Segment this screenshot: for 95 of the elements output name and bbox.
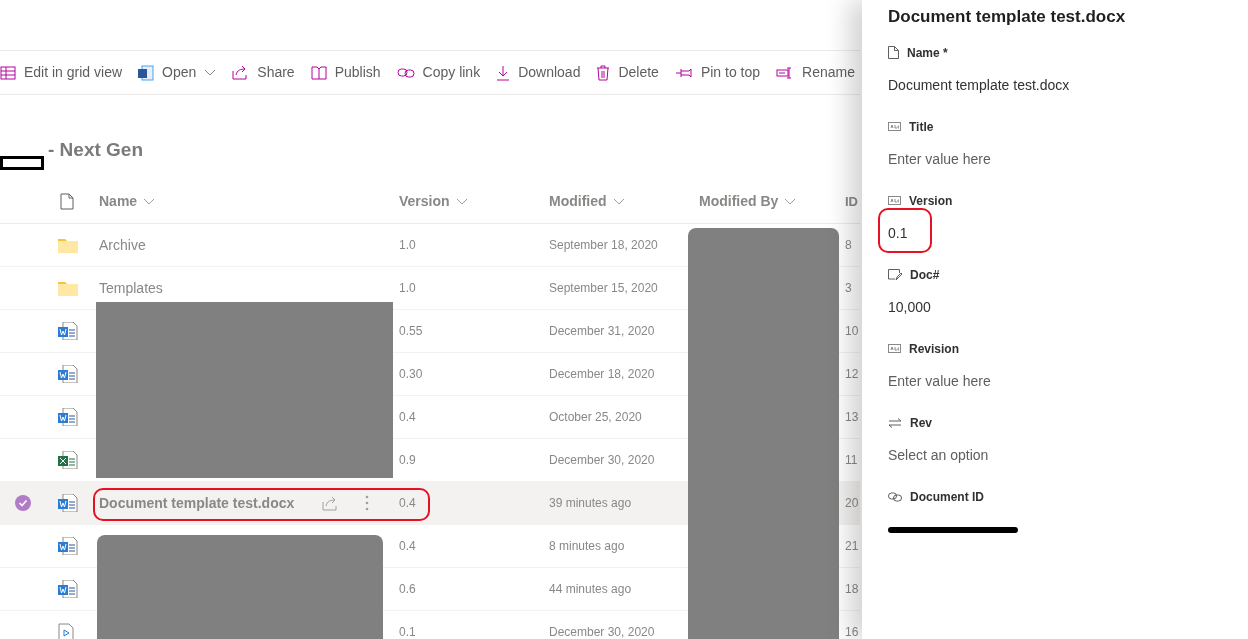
chevron-down-icon xyxy=(143,197,156,206)
version-cell: 1.0 xyxy=(399,281,416,295)
toolbar-button[interactable]: Delete xyxy=(596,62,659,83)
version-cell: 0.55 xyxy=(399,324,423,338)
toolbar-button[interactable]: Publish xyxy=(310,62,381,83)
column-header[interactable]: Modified xyxy=(549,191,625,212)
field-label: Title xyxy=(909,118,934,136)
share-icon[interactable] xyxy=(322,495,340,511)
modified-cell: December 30, 2020 xyxy=(549,453,655,467)
id-cell: 8 xyxy=(845,238,852,252)
column-header[interactable]: Name xyxy=(99,191,156,212)
modified-cell: October 25, 2020 xyxy=(549,410,642,424)
version-cell: 0.4 xyxy=(399,539,416,553)
field-value[interactable]: Document template test.docx xyxy=(888,75,1070,96)
text-field-icon xyxy=(888,196,901,205)
word-file-icon xyxy=(58,537,78,555)
modified-cell: September 18, 2020 xyxy=(549,238,658,252)
id-cell: 13 xyxy=(845,410,859,424)
modified-cell: 39 minutes ago xyxy=(549,496,632,510)
id-cell: 18 xyxy=(845,582,859,596)
text-field-icon xyxy=(888,122,901,131)
input-field[interactable]: Enter value here xyxy=(888,149,991,170)
book-icon xyxy=(310,65,327,80)
excel-file-icon xyxy=(58,451,78,469)
modified-cell: December 31, 2020 xyxy=(549,324,655,338)
checkmark-circle-icon[interactable] xyxy=(15,495,31,511)
id-cell: 3 xyxy=(845,281,852,295)
column-header[interactable]: Modified By xyxy=(699,191,797,212)
toolbar-button[interactable]: Rename xyxy=(776,62,855,83)
document-app-icon xyxy=(138,64,155,81)
download-icon xyxy=(496,64,511,81)
input-field[interactable]: Enter value here xyxy=(888,371,991,392)
toolbar-button[interactable]: Download xyxy=(496,62,581,83)
column-header[interactable]: ID xyxy=(845,191,858,212)
field-value[interactable]: 10,000 xyxy=(888,297,931,318)
modified-cell: 8 minutes ago xyxy=(549,539,625,553)
word-file-icon xyxy=(58,365,78,383)
file-type-icon xyxy=(59,193,74,210)
link-icon xyxy=(396,66,415,79)
version-cell: 0.4 xyxy=(399,410,416,424)
id-cell: 20 xyxy=(845,496,859,510)
folder-icon xyxy=(58,237,78,253)
toolbar-button[interactable]: Edit in grid view xyxy=(0,62,123,83)
modified-cell: September 15, 2020 xyxy=(549,281,658,295)
chevron-down-icon xyxy=(455,197,468,206)
redaction-block xyxy=(0,156,44,170)
id-cell: 11 xyxy=(845,453,858,467)
field-label: Name * xyxy=(907,44,948,62)
version-cell: 0.4 xyxy=(399,496,416,510)
swap-arrows-icon xyxy=(888,417,902,428)
version-cell: 0.6 xyxy=(399,582,416,596)
video-file-icon xyxy=(58,623,74,639)
text-field-icon xyxy=(888,344,901,353)
folder-icon xyxy=(58,280,78,296)
grid-icon xyxy=(0,64,16,81)
input-field[interactable]: Select an option xyxy=(888,445,989,466)
note-edit-icon xyxy=(888,268,902,281)
field-label: Doc# xyxy=(910,266,940,284)
modified-cell: December 30, 2020 xyxy=(549,625,655,639)
field-value[interactable]: 0.1 xyxy=(888,223,908,244)
chevron-down-icon xyxy=(612,197,625,206)
toolbar-button[interactable]: Copy link xyxy=(396,62,481,83)
id-cell: 16 xyxy=(845,625,859,639)
word-file-icon xyxy=(58,322,78,340)
library-title: - Next Gen xyxy=(48,137,144,162)
chevron-down-icon xyxy=(784,197,797,206)
version-cell: 0.1 xyxy=(399,625,416,639)
field-label: Revision xyxy=(909,340,959,358)
field-label: Rev xyxy=(910,414,932,432)
more-options-icon[interactable] xyxy=(365,495,370,511)
toolbar-button[interactable]: Pin to top xyxy=(674,62,761,83)
field-label: Version xyxy=(909,192,953,210)
word-file-icon xyxy=(58,408,78,426)
share-icon xyxy=(232,65,250,80)
file-name-link[interactable]: Templates xyxy=(99,277,163,299)
panel-title: Document template test.docx xyxy=(888,6,1127,28)
word-file-icon xyxy=(58,494,78,512)
document-icon xyxy=(888,46,899,59)
modified-cell: 44 minutes ago xyxy=(549,582,632,596)
word-file-icon xyxy=(58,580,78,598)
file-name-link[interactable]: Archive xyxy=(99,234,146,256)
id-cell: 10 xyxy=(845,324,859,338)
id-cell: 12 xyxy=(845,367,859,381)
id-cell: 21 xyxy=(845,539,859,553)
toolbar-button[interactable]: Share xyxy=(232,62,295,83)
toolbar-button[interactable]: Open xyxy=(138,62,217,83)
trash-icon xyxy=(596,64,611,81)
column-header[interactable]: Version xyxy=(399,191,468,212)
version-cell: 1.0 xyxy=(399,238,416,252)
field-label: Document ID xyxy=(910,488,984,506)
link-icon xyxy=(888,491,902,502)
pin-icon xyxy=(674,66,693,79)
modified-cell: December 18, 2020 xyxy=(549,367,655,381)
version-cell: 0.30 xyxy=(399,367,423,381)
version-cell: 0.9 xyxy=(399,453,416,467)
